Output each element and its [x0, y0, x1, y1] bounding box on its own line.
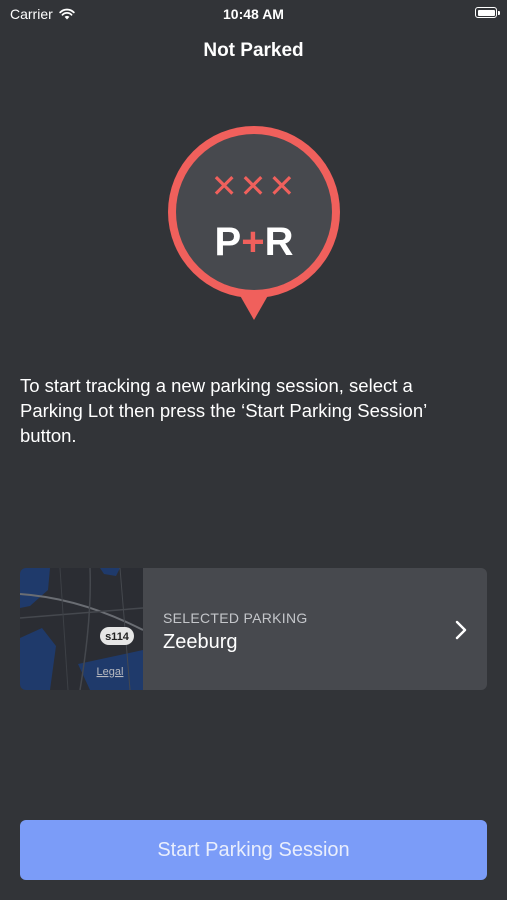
map-thumbnail: s114 Legal — [20, 568, 144, 690]
logo-plus: + — [241, 220, 264, 264]
start-parking-session-button[interactable]: Start Parking Session — [20, 820, 487, 880]
logo-p: P — [215, 220, 242, 264]
logo-r: R — [265, 220, 294, 264]
instructions-text: To start tracking a new parking session,… — [20, 375, 427, 446]
selected-parking-value: Zeeburg — [163, 631, 238, 653]
page-title: Not Parked — [203, 40, 304, 61]
selected-parking-label: SELECTED PARKING — [163, 610, 308, 626]
status-time: 10:48 AM — [223, 6, 284, 22]
battery-icon — [475, 7, 500, 18]
status-bar: Carrier 10:48 AM — [0, 0, 507, 30]
chevron-right-icon — [455, 620, 467, 640]
svg-text:P+R: P+R — [215, 220, 294, 264]
park-ride-logo: ✕✕✕ P+R — [163, 120, 345, 325]
map-legal-link: Legal — [97, 666, 124, 678]
map-shield-label: s114 — [105, 631, 130, 643]
selected-parking-row[interactable]: s114 Legal SELECTED PARKING Zeeburg — [20, 568, 487, 690]
logo-marks: ✕✕✕ — [211, 167, 297, 205]
